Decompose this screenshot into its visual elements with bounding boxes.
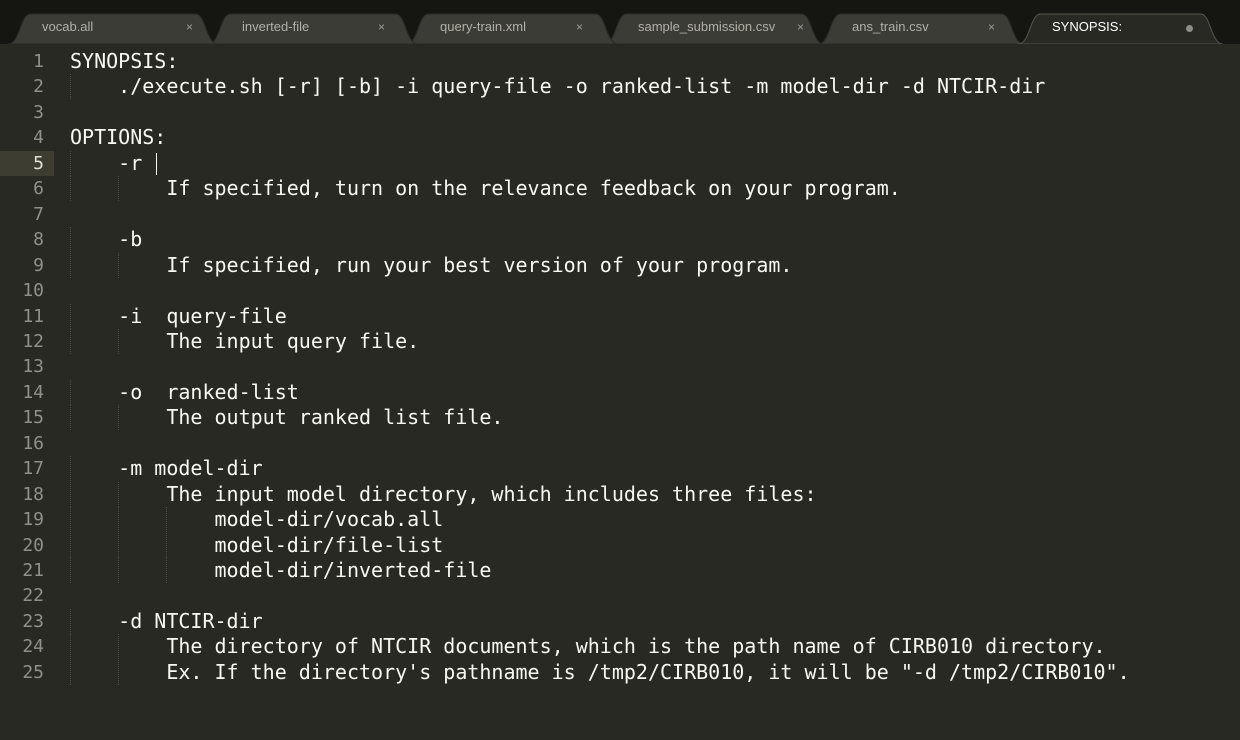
line-number: 8	[33, 229, 44, 251]
code-line[interactable]: 11 -i query-file	[0, 303, 1240, 329]
line-number: 4	[33, 127, 44, 149]
line-number: 24	[22, 636, 44, 658]
code-text: -m model-dir	[70, 456, 263, 481]
code-text: model-dir/file-list	[70, 532, 444, 557]
code-line[interactable]: 12 The input query file.	[0, 328, 1240, 354]
code-line[interactable]: 6 If specified, turn on the relevance fe…	[0, 176, 1240, 202]
tab-label: query-train.xml	[440, 19, 526, 34]
line-number: 19	[22, 509, 44, 531]
tab-label: SYNOPSIS:	[1052, 19, 1123, 34]
code-line[interactable]: 16	[0, 431, 1240, 456]
line-number: 5	[0, 150, 54, 176]
line-number: 6	[33, 178, 44, 200]
code-line[interactable]: 18 The input model directory, which incl…	[0, 481, 1240, 507]
code-text: If specified, run your best version of y…	[70, 252, 793, 277]
close-icon[interactable]: ×	[186, 20, 193, 34]
code-line[interactable]: 23 -d NTCIR-dir	[0, 608, 1240, 634]
code-text: Ex. If the directory's pathname is /tmp2…	[70, 659, 1130, 684]
line-number: 9	[33, 254, 44, 276]
code-text: The directory of NTCIR documents, which …	[70, 634, 1106, 659]
close-icon[interactable]: ×	[378, 20, 385, 34]
line-number: 20	[22, 534, 44, 556]
code-line[interactable]: 4 OPTIONS:	[0, 125, 1240, 150]
tab-vocab-all[interactable]: vocab.all ×	[8, 13, 218, 44]
code-text: The input query file.	[70, 328, 420, 353]
line-number: 18	[22, 483, 44, 505]
tab-label: vocab.all	[42, 19, 94, 34]
code-text: If specified, turn on the relevance feed…	[70, 176, 901, 201]
code-line[interactable]: 24 The directory of NTCIR documents, whi…	[0, 634, 1240, 660]
code-line[interactable]: 21 model-dir/inverted-file	[0, 558, 1240, 583]
code-text: model-dir/vocab.all	[70, 507, 444, 532]
tab-synopsis[interactable]: SYNOPSIS:	[1018, 13, 1223, 44]
close-icon[interactable]: ×	[988, 20, 995, 34]
code-line[interactable]: 1 SYNOPSIS:	[0, 49, 1240, 74]
code-text: model-dir/inverted-file	[70, 558, 492, 582]
tab-sample-submission-csv[interactable]: sample_submission.csv ×	[604, 13, 824, 44]
line-number: 13	[22, 356, 44, 378]
code-text: -d NTCIR-dir	[70, 608, 263, 633]
line-number: 21	[22, 560, 44, 581]
code-line[interactable]: 8 -b	[0, 227, 1240, 253]
line-number: 10	[22, 280, 44, 302]
tab-ans-train-csv[interactable]: ans_train.csv ×	[818, 13, 1024, 44]
tab-query-train-xml[interactable]: query-train.xml ×	[406, 13, 618, 44]
line-number: 25	[22, 661, 44, 683]
line-number: 7	[33, 203, 44, 225]
tab-label: inverted-file	[242, 19, 310, 34]
code-line[interactable]: 14 -o ranked-list	[0, 379, 1240, 405]
code-line[interactable]: 5 -r	[0, 150, 1240, 176]
line-number: 11	[22, 305, 44, 327]
code-line[interactable]: 19 model-dir/vocab.all	[0, 507, 1240, 533]
code-line[interactable]: 13	[0, 354, 1240, 379]
code-text: -o ranked-list	[70, 379, 299, 404]
code-text: ./execute.sh [-r] [-b] -i query-file -o …	[70, 74, 1046, 99]
code-line[interactable]: 22	[0, 583, 1240, 608]
code-editor[interactable]: 1 SYNOPSIS: 2 ./execute.sh [-r] [-b] -i qu…	[0, 44, 1240, 740]
code-line[interactable]: 15 The output ranked list file.	[0, 405, 1240, 431]
editor-window: vocab.all × inverted-file × query-train.xml ×…	[0, 0, 1240, 740]
line-number: 2	[33, 76, 44, 98]
unsaved-dot-icon[interactable]	[1186, 25, 1193, 32]
code-line[interactable]: 17 -m model-dir	[0, 456, 1240, 482]
close-icon[interactable]: ×	[576, 20, 583, 34]
line-number: 1	[33, 51, 44, 72]
tab-bar: vocab.all × inverted-file × query-train.xml ×…	[0, 0, 1240, 44]
close-icon[interactable]: ×	[797, 20, 804, 34]
code-text: -i query-file	[70, 303, 287, 328]
line-number: 23	[22, 610, 44, 632]
tab-label: ans_train.csv	[852, 19, 929, 34]
line-number: 15	[22, 407, 44, 429]
line-number: 22	[22, 585, 44, 607]
code-line[interactable]: 7	[0, 202, 1240, 227]
code-line[interactable]: 10	[0, 278, 1240, 303]
code-line[interactable]: 2 ./execute.sh [-r] [-b] -i query-file -…	[0, 74, 1240, 100]
line-number: 16	[22, 432, 44, 454]
code-line[interactable]: 3	[0, 100, 1240, 125]
code-text: The output ranked list file.	[70, 405, 504, 430]
line-number: 3	[33, 101, 44, 123]
code-line[interactable]: 9 If specified, run your best version of…	[0, 252, 1240, 278]
code-text: SYNOPSIS:	[70, 49, 179, 73]
code-text: -r	[70, 150, 155, 175]
code-text: The input model directory, which include…	[70, 481, 817, 506]
text-cursor	[156, 152, 158, 175]
line-number: 17	[22, 458, 44, 480]
code-line[interactable]: 20 model-dir/file-list	[0, 532, 1240, 558]
code-line[interactable]: 25 Ex. If the directory's pathname is /t…	[0, 659, 1240, 685]
tab-label: sample_submission.csv	[638, 19, 776, 34]
code-text: -b	[70, 227, 143, 252]
line-number: 12	[22, 330, 44, 352]
tab-inverted-file[interactable]: inverted-file ×	[208, 13, 418, 44]
line-number: 14	[22, 381, 44, 403]
code-text: OPTIONS:	[70, 125, 167, 150]
